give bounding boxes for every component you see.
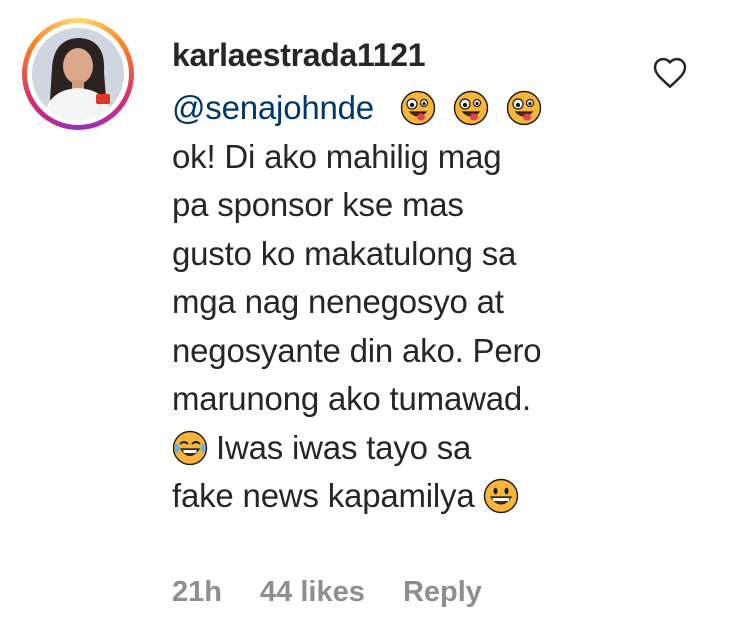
- comment-body: @senajohnde ok! Di ako mahilig mag pa sp…: [172, 84, 632, 521]
- likes-count[interactable]: 44 likes: [260, 576, 365, 608]
- zany-face-emoji-icon: [400, 90, 436, 126]
- comment-line: gusto ko makatulong sa: [172, 234, 517, 272]
- comment-mention-line: @senajohnde: [172, 84, 632, 133]
- comment-line: negosyante din ako. Pero: [172, 331, 542, 369]
- comment-timestamp[interactable]: 21h: [172, 576, 222, 608]
- comment-line: pa sponsor kse mas: [172, 186, 464, 223]
- comment-line: ok! Di ako mahilig mag: [172, 137, 502, 175]
- zany-face-emoji-icon: [453, 90, 489, 126]
- comment-line-with-emoji: Iwas iwas tayo sa: [172, 424, 632, 473]
- tears-of-joy-emoji-icon: [172, 430, 208, 465]
- grinning-face-emoji-icon: [483, 478, 518, 514]
- reply-button[interactable]: Reply: [403, 576, 482, 608]
- mention-link[interactable]: @senajohnde: [172, 89, 374, 126]
- avatar-story-ring[interactable]: [22, 18, 134, 130]
- comment-line-text: Iwas iwas tayo sa: [216, 428, 472, 466]
- comment-line: marunong ako tumawad.: [172, 380, 532, 417]
- comment-line: mga nag nenegosyo at: [172, 283, 504, 320]
- avatar-photo: [32, 28, 124, 120]
- zany-face-emoji-icon: [506, 90, 542, 126]
- comment-meta: 21h 44 likes Reply: [172, 573, 512, 611]
- comment-username[interactable]: karlaestrada1121: [172, 36, 426, 74]
- avatar[interactable]: [32, 28, 124, 120]
- heart-outline-icon[interactable]: [651, 55, 689, 89]
- comment-line-text: fake news kapamilya: [172, 477, 475, 514]
- comment-line-with-emoji: fake news kapamilya: [172, 472, 632, 521]
- avatar-ring-gap: [27, 23, 129, 125]
